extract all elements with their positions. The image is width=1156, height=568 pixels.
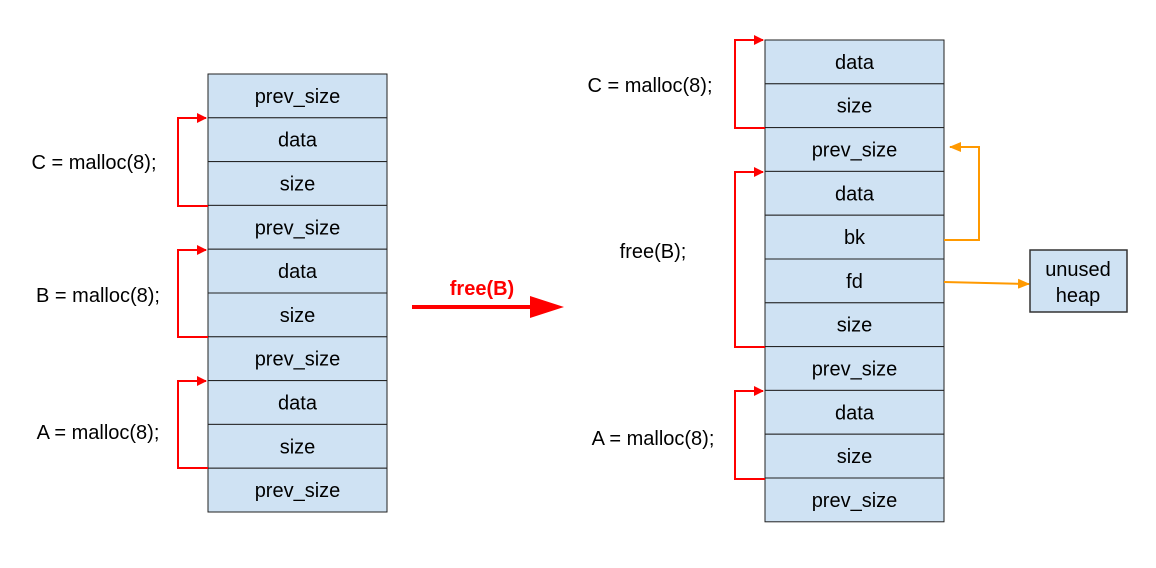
heap-cell-prev-size: prev_size bbox=[207, 467, 388, 513]
unused-heap-line1: unused bbox=[1045, 259, 1111, 281]
heap-cell-prev-size: prev_size bbox=[207, 336, 388, 382]
chunk-label: C = malloc(8); bbox=[31, 152, 156, 174]
chunk-label: C = malloc(8); bbox=[587, 75, 712, 97]
heap-cell-size: size bbox=[207, 423, 388, 469]
heap-cell-label: data bbox=[835, 183, 875, 205]
heap-cell-label: prev_size bbox=[255, 86, 341, 108]
unused-heap-line2: heap bbox=[1056, 285, 1101, 307]
heap-free-diagram: prev_sizedatasizeprev_sizedatasizeprev_s… bbox=[31, 35, 1128, 523]
heap-cell-label: size bbox=[837, 446, 873, 468]
heap-cell-label: data bbox=[278, 393, 318, 415]
heap-cell-bk: bk bbox=[764, 214, 945, 260]
left-heap-stack: prev_sizedatasizeprev_sizedatasizeprev_s… bbox=[207, 73, 388, 513]
heap-cell-prev-size: prev_size bbox=[207, 204, 388, 250]
heap-cell-size: size bbox=[764, 83, 945, 129]
heap-cell-size: size bbox=[764, 302, 945, 348]
heap-cell-label: bk bbox=[844, 227, 866, 249]
chunk-bracket-arrow bbox=[177, 245, 208, 338]
unused-heap-box: unused heap bbox=[1029, 249, 1128, 313]
chunk-label: A = malloc(8); bbox=[37, 422, 160, 444]
pointer-arrows bbox=[943, 142, 1030, 289]
chunk-bracket-arrow bbox=[734, 167, 765, 348]
heap-cell-data: data bbox=[207, 248, 388, 294]
heap-cell-size: size bbox=[207, 161, 388, 206]
heap-cell-size: size bbox=[764, 433, 945, 479]
heap-cell-data: data bbox=[764, 39, 945, 85]
heap-cell-data: data bbox=[764, 170, 945, 216]
heap-cell-prev-size: prev_size bbox=[764, 127, 945, 172]
heap-cell-size: size bbox=[207, 292, 388, 338]
heap-cell-label: prev_size bbox=[812, 140, 898, 162]
fd-pointer-arrow bbox=[943, 278, 1030, 289]
heap-cell-data: data bbox=[207, 117, 388, 163]
heap-cell-label: fd bbox=[846, 271, 863, 293]
chunk-label: free(B); bbox=[620, 241, 687, 263]
heap-cell-prev-size: prev_size bbox=[207, 73, 388, 119]
heap-cell-label: data bbox=[278, 261, 318, 283]
heap-cell-label: data bbox=[278, 130, 318, 152]
chunk-bracket-arrow bbox=[734, 35, 765, 129]
chunk-bracket-arrow bbox=[734, 386, 765, 480]
heap-cell-label: prev_size bbox=[812, 359, 898, 381]
heap-cell-label: data bbox=[835, 52, 875, 74]
heap-cell-label: prev_size bbox=[812, 490, 898, 512]
chunk-bracket-arrow bbox=[177, 113, 208, 207]
heap-cell-prev-size: prev_size bbox=[764, 477, 945, 523]
heap-cell-label: data bbox=[835, 402, 875, 424]
heap-cell-label: size bbox=[280, 174, 316, 196]
heap-cell-label: size bbox=[280, 436, 316, 458]
heap-cell-label: size bbox=[280, 305, 316, 327]
heap-cell-label: prev_size bbox=[255, 217, 341, 239]
chunk-label: A = malloc(8); bbox=[592, 428, 715, 450]
right-heap-stack: datasizeprev_sizedatabkfdsizeprev_sizeda… bbox=[764, 39, 945, 523]
chunk-label: B = malloc(8); bbox=[36, 285, 160, 307]
heap-cell-fd: fd bbox=[764, 258, 945, 304]
free-label: free(B) bbox=[450, 278, 514, 300]
heap-cell-label: prev_size bbox=[255, 349, 341, 371]
heap-cell-label: size bbox=[837, 96, 873, 118]
heap-cell-prev-size: prev_size bbox=[764, 346, 945, 391]
bk-pointer-arrow bbox=[944, 142, 980, 241]
free-transition-arrow: free(B) bbox=[412, 278, 564, 318]
heap-cell-data: data bbox=[207, 380, 388, 425]
heap-cell-label: size bbox=[837, 315, 873, 337]
chunk-brackets: C = malloc(8); B = malloc(8); A = malloc(8… bbox=[31, 35, 765, 480]
chunk-bracket-arrow bbox=[177, 376, 208, 469]
heap-cell-data: data bbox=[764, 389, 945, 435]
heap-cell-label: prev_size bbox=[255, 480, 341, 502]
